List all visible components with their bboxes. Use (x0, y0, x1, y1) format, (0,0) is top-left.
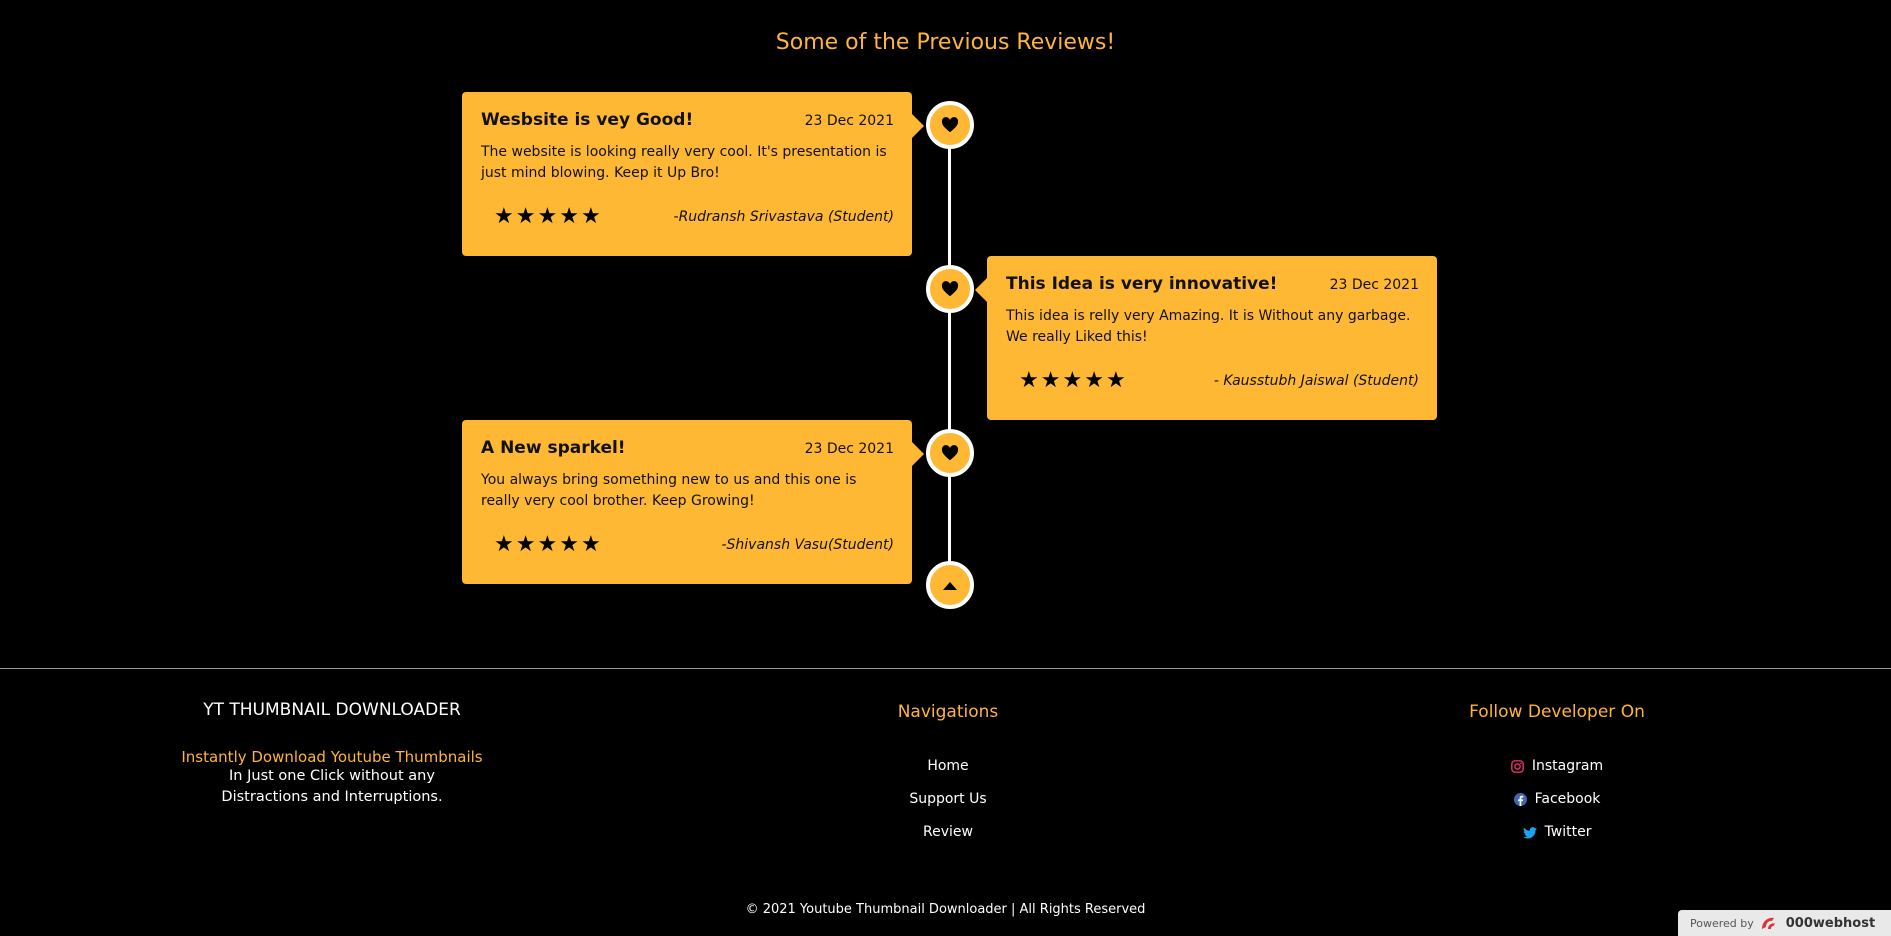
webhost-logo-icon (1761, 917, 1775, 929)
star-icon: ★ (537, 532, 558, 557)
star-rating: ★ ★ ★ ★ ★ (481, 534, 601, 556)
social-link-facebook[interactable]: Facebook (1407, 783, 1707, 816)
review-date: 23 Dec 2021 (804, 113, 894, 129)
star-rating: ★ ★ ★ ★ ★ (481, 206, 601, 228)
timeline-line (948, 124, 951, 584)
star-icon: ★ (1040, 368, 1061, 393)
instagram-icon (1510, 760, 1524, 773)
timeline-node (926, 265, 974, 313)
heart-icon (941, 281, 959, 297)
heart-icon (941, 445, 959, 461)
star-icon: ★ (1105, 368, 1126, 393)
footer-navigations: Navigations Home Support Us Review (798, 702, 1098, 849)
footer-link-label: Support Us (909, 791, 987, 807)
caret-up-icon (943, 581, 957, 590)
footer-tagline-accent: Instantly Download Youtube Thumbnails (181, 748, 483, 766)
footer-nav-heading: Navigations (897, 702, 999, 722)
star-rating: ★ ★ ★ ★ ★ (1006, 370, 1126, 392)
star-icon: ★ (494, 204, 514, 229)
copyright: © 2021 Youtube Thumbnail Downloader | Al… (745, 902, 1146, 917)
star-icon: ★ (1062, 368, 1083, 393)
review-title: Wesbsite is vey Good! (481, 110, 694, 130)
footer-link-review[interactable]: Review (798, 816, 1098, 849)
star-icon: ★ (515, 204, 536, 229)
star-icon: ★ (559, 204, 579, 229)
review-text: The website is looking really very cool.… (481, 144, 887, 181)
review-date: 23 Dec 2021 (1329, 277, 1419, 293)
social-link-label: Twitter (1544, 824, 1592, 840)
review-title: This Idea is very innovative! (1006, 274, 1278, 294)
social-link-instagram[interactable]: Instagram (1407, 750, 1707, 783)
webhost-brand: 000webhost (1785, 915, 1876, 931)
review-author: -Rudransh Srivastava (Student) (673, 209, 894, 225)
section-title: Some of the Previous Reviews! (775, 30, 1116, 55)
heart-icon (941, 117, 959, 133)
review-author: -Shivansh Vasu(Student) (721, 537, 894, 553)
footer-tagline-line2: Distractions and Interruptions. (221, 789, 443, 805)
star-icon: ★ (580, 204, 601, 229)
star-icon: ★ (580, 532, 601, 557)
timeline-node (926, 429, 974, 477)
powered-by-label: Powered by (1690, 916, 1754, 930)
hosting-badge[interactable]: Powered by 000webhost (1678, 910, 1891, 936)
review-author: - Kausstubh Jaiswal (Student) (1213, 373, 1419, 389)
footer-divider (0, 668, 1891, 669)
twitter-icon (1522, 826, 1537, 839)
review-text: You always bring something new to us and… (481, 472, 857, 509)
star-icon: ★ (1019, 368, 1039, 393)
footer-link-home[interactable]: Home (798, 750, 1098, 783)
star-icon: ★ (515, 532, 536, 557)
star-icon: ★ (494, 532, 514, 557)
review-card: Wesbsite is vey Good! 23 Dec 2021 The we… (462, 92, 924, 256)
review-title: A New sparkel! (481, 438, 626, 458)
scroll-top-button[interactable] (926, 561, 974, 609)
page: Some of the Previous Reviews! Wesbsite i… (0, 0, 1891, 936)
review-text: This idea is relly very Amazing. It is W… (1006, 308, 1411, 345)
footer-brand: YT THUMBNAIL DOWNLOADER Instantly Downlo… (132, 700, 532, 808)
facebook-icon (1513, 793, 1527, 806)
footer-brand-title: YT THUMBNAIL DOWNLOADER (203, 700, 461, 720)
star-icon: ★ (1084, 368, 1104, 393)
footer-tagline-line1: In Just one Click without any (229, 768, 435, 784)
timeline-node (926, 101, 974, 149)
footer-social: Follow Developer On Instagram Facebook T… (1407, 702, 1707, 849)
footer-follow-heading: Follow Developer On (1469, 702, 1645, 722)
footer-link-label: Review (923, 824, 973, 840)
review-date: 23 Dec 2021 (804, 441, 894, 457)
footer-link-support-us[interactable]: Support Us (798, 783, 1098, 816)
social-link-twitter[interactable]: Twitter (1407, 816, 1707, 849)
star-icon: ★ (537, 204, 558, 229)
footer-link-label: Home (927, 758, 969, 774)
social-link-label: Instagram (1531, 758, 1604, 774)
review-card: A New sparkel! 23 Dec 2021 You always br… (462, 420, 924, 584)
star-icon: ★ (559, 532, 579, 557)
social-link-label: Facebook (1534, 791, 1601, 807)
review-card: This Idea is very innovative! 23 Dec 202… (975, 256, 1437, 420)
